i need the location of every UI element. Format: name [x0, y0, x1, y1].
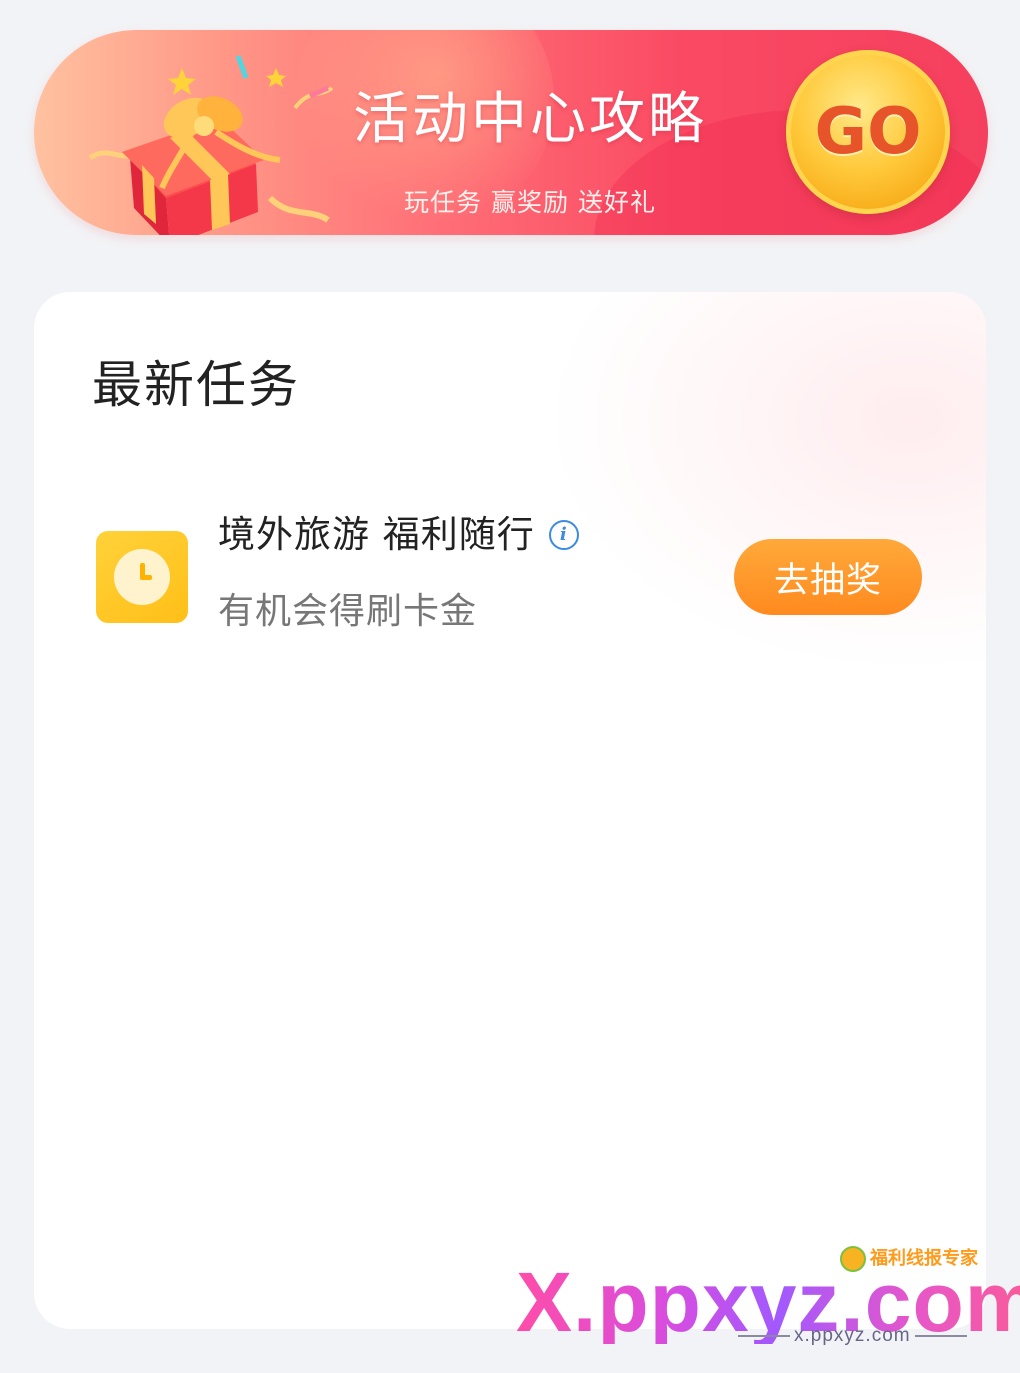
clock-face: [114, 549, 170, 605]
divider: [914, 1334, 967, 1337]
clock-icon: [96, 531, 188, 623]
watermark-url-text: x.ppxyz.com: [794, 1325, 911, 1346]
clock-hand: [140, 575, 152, 580]
activity-center-banner[interactable]: 活动中心攻略 玩任务 赢奖励 送好礼 GO: [34, 30, 988, 235]
task-title-text: 境外旅游 福利随行: [218, 513, 535, 556]
watermark-url: x.ppxyz.com: [734, 1326, 971, 1345]
latest-tasks-card: 最新任务 境外旅游 福利随行 i 有机会得刷卡金 去抽奖: [34, 292, 986, 1329]
gift-box-icon: [88, 55, 334, 235]
go-button[interactable]: GO: [786, 50, 950, 214]
banner-title: 活动中心攻略: [353, 87, 707, 152]
task-title: 境外旅游 福利随行 i: [218, 516, 579, 553]
task-subtitle: 有机会得刷卡金: [218, 591, 478, 632]
section-title: 最新任务: [92, 356, 300, 414]
info-icon[interactable]: i: [548, 519, 579, 550]
banner-subtitle: 玩任务 赢奖励 送好礼: [404, 188, 656, 217]
draw-lottery-button[interactable]: 去抽奖: [734, 539, 922, 615]
task-item[interactable]: 境外旅游 福利随行 i 有机会得刷卡金 去抽奖: [34, 470, 952, 670]
divider: [738, 1334, 790, 1337]
